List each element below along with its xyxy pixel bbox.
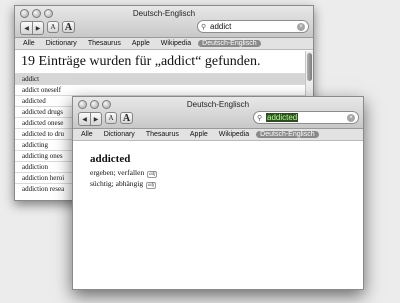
titlebar[interactable]: Deutsch-Englisch ◀ ▶ A A ⚲ addict ×	[15, 6, 313, 38]
scope-thesaurus[interactable]: Thesaurus	[84, 40, 125, 47]
part-of-speech-tag: adj	[146, 182, 157, 189]
translation-line: ergeben; verfallen adj	[90, 168, 363, 179]
search-input[interactable]: addict	[210, 22, 297, 31]
scope-deutsch-englisch[interactable]: Deutsch-Englisch	[198, 40, 261, 47]
font-larger-button[interactable]: A	[120, 112, 133, 124]
titlebar[interactable]: Deutsch-Englisch ◀ ▶ A A ⚲ addicted ×	[73, 97, 363, 129]
scope-apple[interactable]: Apple	[128, 40, 154, 47]
font-larger-button[interactable]: A	[62, 21, 75, 33]
scope-wikipedia[interactable]: Wikipedia	[157, 40, 195, 47]
font-smaller-button[interactable]: A	[47, 21, 59, 33]
dictionary-entry: addicted ergeben; verfallen adj süchtig;…	[73, 141, 363, 190]
scope-deutsch-englisch[interactable]: Deutsch-Englisch	[256, 131, 319, 138]
scrollbar-thumb[interactable]	[307, 53, 312, 81]
font-smaller-button[interactable]: A	[105, 112, 117, 124]
magnifier-icon: ⚲	[201, 23, 207, 31]
translation-line: süchtig; abhängig adj	[90, 179, 363, 190]
scope-bar: Alle Dictionary Thesaurus Apple Wikipedi…	[15, 38, 313, 50]
nav-buttons: ◀ ▶	[20, 21, 44, 35]
search-input[interactable]: addicted	[266, 113, 299, 122]
results-heading: 19 Einträge wurden für „addict“ gefunden…	[21, 54, 261, 69]
clear-search-icon[interactable]: ×	[297, 22, 305, 31]
forward-arrow-icon[interactable]: ▶	[90, 113, 101, 125]
toolbar: ◀ ▶ A A	[20, 21, 75, 35]
search-field[interactable]: ⚲ addict ×	[197, 20, 309, 33]
list-item[interactable]: addict oneself	[15, 84, 313, 95]
back-arrow-icon[interactable]: ◀	[21, 22, 32, 34]
clear-search-icon[interactable]: ×	[347, 113, 355, 122]
entry-headword: addicted	[90, 153, 131, 165]
scope-wikipedia[interactable]: Wikipedia	[215, 131, 253, 138]
part-of-speech-tag: adj	[147, 171, 158, 178]
window-title: Deutsch-Englisch	[186, 100, 250, 109]
translation-text: ergeben; verfallen	[90, 168, 145, 177]
scope-dictionary[interactable]: Dictionary	[42, 40, 81, 47]
translation-text: süchtig; abhängig	[90, 179, 144, 188]
scope-dictionary[interactable]: Dictionary	[100, 131, 139, 138]
magnifier-icon: ⚲	[257, 114, 263, 122]
scope-bar: Alle Dictionary Thesaurus Apple Wikipedi…	[73, 129, 363, 141]
toolbar: ◀ ▶ A A	[78, 112, 133, 126]
search-field[interactable]: ⚲ addicted ×	[253, 111, 359, 124]
scope-apple[interactable]: Apple	[186, 131, 212, 138]
forward-arrow-icon[interactable]: ▶	[32, 22, 43, 34]
scope-thesaurus[interactable]: Thesaurus	[142, 131, 183, 138]
nav-buttons: ◀ ▶	[78, 112, 102, 126]
scope-alle[interactable]: Alle	[19, 40, 39, 47]
list-item[interactable]: addict	[15, 73, 313, 84]
front-dictionary-window[interactable]: Deutsch-Englisch ◀ ▶ A A ⚲ addicted × Al…	[72, 96, 364, 290]
window-title: Deutsch-Englisch	[132, 9, 196, 18]
back-arrow-icon[interactable]: ◀	[79, 113, 90, 125]
scope-alle[interactable]: Alle	[77, 131, 97, 138]
